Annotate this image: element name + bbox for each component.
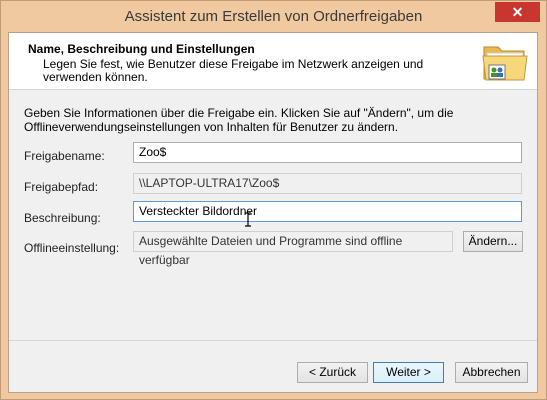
share-path-label: Freigabepfad: (24, 180, 99, 194)
header-subtitle: Legen Sie fest, wie Benutzer diese Freig… (43, 57, 424, 84)
next-button[interactable]: Weiter > (373, 362, 444, 383)
share-name-label: Freigabename: (24, 149, 105, 163)
title-bar[interactable]: Assistent zum Erstellen von Ordnerfreiga… (1, 1, 546, 31)
change-button[interactable]: Ändern... (463, 231, 523, 252)
close-icon: ✕ (511, 4, 524, 20)
close-button[interactable]: ✕ (495, 2, 540, 22)
cancel-button[interactable]: Abbrechen (455, 362, 528, 383)
shared-folder-icon (482, 46, 528, 81)
share-path-field: \\LAPTOP-ULTRA17\Zoo$ (133, 173, 522, 194)
offline-setting-field: Ausgewählte Dateien und Programme sind o… (133, 231, 453, 267)
intro-text: Geben Sie Informationen über die Freigab… (24, 106, 454, 134)
header-title: Name, Beschreibung und Einstellungen (28, 42, 255, 56)
wizard-window: Assistent zum Erstellen von Ordnerfreiga… (0, 0, 547, 400)
wizard-header: Name, Beschreibung und Einstellungen Leg… (9, 33, 537, 90)
back-button[interactable]: < Zurück (297, 362, 368, 383)
description-label: Beschreibung: (24, 211, 101, 225)
wizard-client-area: Name, Beschreibung und Einstellungen Leg… (8, 32, 538, 393)
description-input[interactable]: Versteckter Bildordner (133, 201, 522, 222)
share-name-input[interactable]: Zoo$ (133, 142, 522, 163)
footer-separator (9, 340, 537, 341)
offline-setting-label: Offlineeinstellung: (24, 241, 120, 255)
text-cursor-icon (245, 212, 251, 227)
window-title: Assistent zum Erstellen von Ordnerfreiga… (124, 8, 423, 25)
